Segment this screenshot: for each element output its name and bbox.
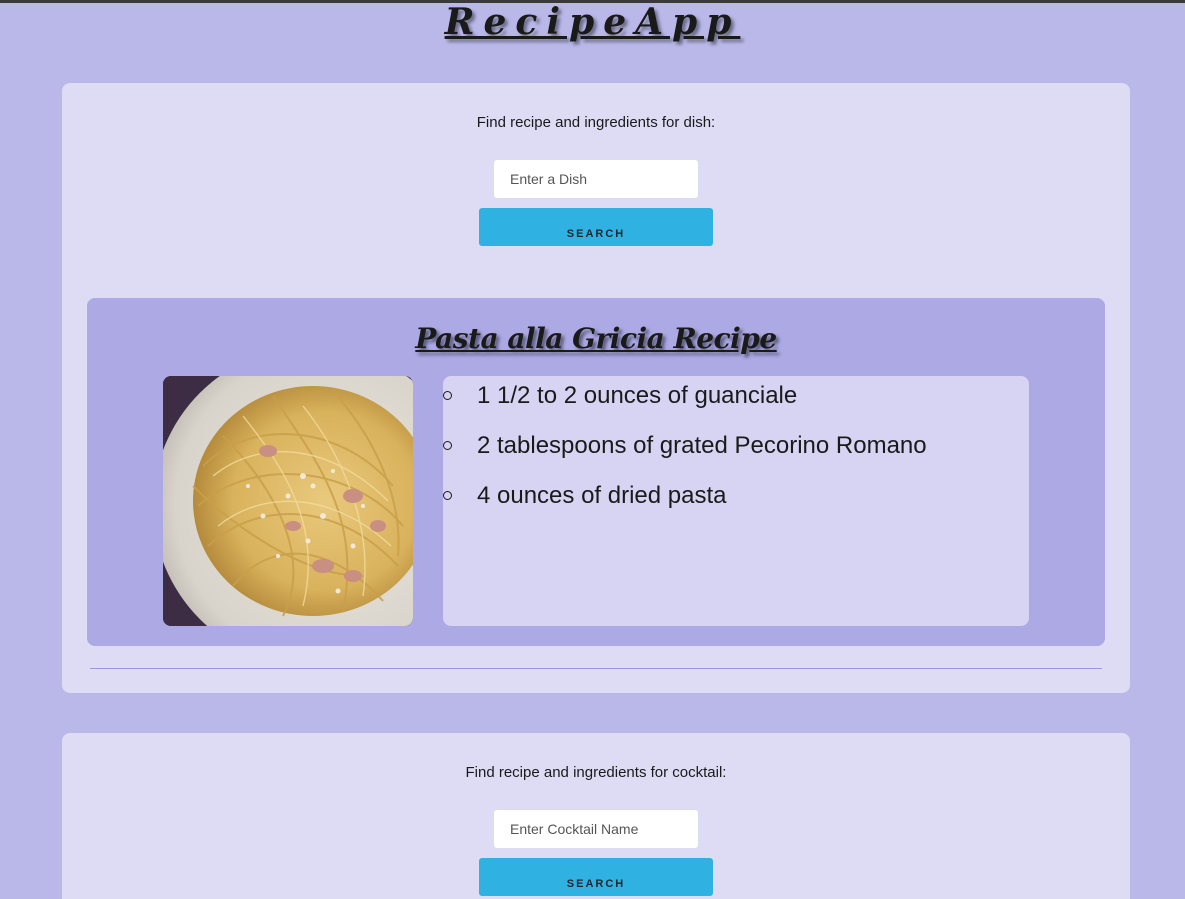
dish-search-prompt: Find recipe and ingredients for dish: (476, 114, 716, 131)
dish-search-button[interactable]: SEARCH (479, 208, 713, 246)
dish-search-card: Find recipe and ingredients for dish: SE… (62, 83, 1130, 693)
ingredients-box: 1 1/2 to 2 ounces of guanciale 2 tablesp… (443, 376, 1029, 626)
cocktail-search-card: Find recipe and ingredients for cocktail… (62, 733, 1130, 899)
ingredient-text: 2 tablespoons of grated Pecorino Romano (477, 432, 927, 459)
ingredient-item: 4 ounces of dried pasta (443, 476, 1029, 526)
circle-bullet-icon (443, 391, 452, 400)
recipe-result-panel: Pasta alla Gricia Recipe 1 1/2 to 2 ounc… (87, 298, 1105, 646)
cocktail-search-button[interactable]: SEARCH (479, 858, 713, 896)
ingredient-item: 1 1/2 to 2 ounces of guanciale (443, 376, 1029, 426)
circle-bullet-icon (443, 441, 452, 450)
circle-bullet-icon (443, 491, 452, 500)
recipe-title: Pasta alla Gricia Recipe (415, 322, 777, 355)
app-title: RecipeApp (444, 1, 741, 43)
ingredients-list: 1 1/2 to 2 ounces of guanciale 2 tablesp… (443, 376, 1029, 526)
cocktail-search-prompt: Find recipe and ingredients for cocktail… (465, 764, 727, 781)
result-divider (90, 668, 1102, 669)
ingredient-text: 1 1/2 to 2 ounces of guanciale (477, 382, 798, 409)
dish-image (163, 376, 413, 626)
ingredient-item: 2 tablespoons of grated Pecorino Romano (443, 426, 1029, 476)
dish-search-input[interactable] (494, 160, 698, 198)
ingredient-text: 4 ounces of dried pasta (477, 482, 727, 509)
cocktail-search-input[interactable] (494, 810, 698, 848)
